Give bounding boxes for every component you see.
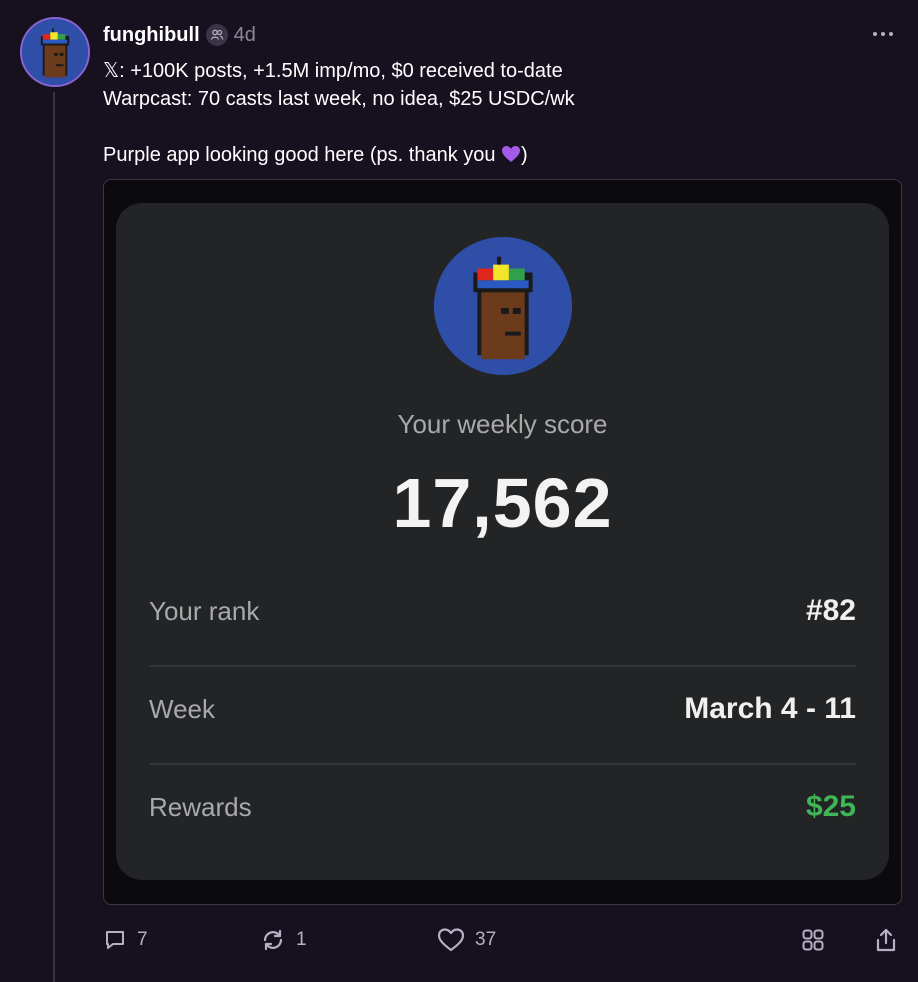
purple-heart-emoji xyxy=(502,146,521,162)
card-avatar xyxy=(434,237,572,375)
post-header: funghibull 4d xyxy=(103,22,256,48)
rank-value: #82 xyxy=(805,594,856,627)
post-closing-line: Purple app looking good here (ps. thank … xyxy=(103,141,893,169)
cast-post: funghibull 4d 𝕏: +100K posts, +1.5M imp/… xyxy=(0,0,918,982)
like-icon xyxy=(437,928,465,952)
author-username[interactable]: funghibull xyxy=(103,24,200,47)
rewards-row: Rewards $25 xyxy=(149,787,856,827)
closing-text: Purple app looking good here (ps. thank … xyxy=(103,144,502,166)
punk-avatar-icon xyxy=(22,19,88,85)
week-label: Week xyxy=(149,693,215,724)
reply-count: 7 xyxy=(137,929,148,950)
score-card: Your weekly score 17,562 Your rank #82 W… xyxy=(116,203,889,880)
week-row: Week March 4 - 11 xyxy=(149,689,856,729)
like-count: 37 xyxy=(475,929,497,950)
week-value: March 4 - 11 xyxy=(684,692,856,725)
author-avatar[interactable] xyxy=(20,17,90,87)
divider xyxy=(149,665,856,667)
recast-button[interactable]: 1 xyxy=(260,924,307,956)
share-button[interactable] xyxy=(874,924,898,956)
recast-icon xyxy=(263,929,283,951)
reply-button[interactable]: 7 xyxy=(103,924,148,956)
score-value: 17,562 xyxy=(392,464,613,542)
post-timestamp[interactable]: 4d xyxy=(234,24,256,47)
rewards-value: $25 xyxy=(805,790,856,823)
more-icon[interactable] xyxy=(868,24,898,44)
like-button[interactable]: 37 xyxy=(437,924,496,956)
punk-avatar-icon xyxy=(434,237,572,375)
score-label: Your weekly score xyxy=(397,409,608,439)
action-bar: 7 1 37 xyxy=(103,924,900,956)
post-line-x: 𝕏: +100K posts, +1.5M imp/mo, $0 receive… xyxy=(103,60,563,82)
post-body: 𝕏: +100K posts, +1.5M imp/mo, $0 receive… xyxy=(103,57,893,169)
rank-row: Your rank #82 xyxy=(149,591,856,631)
image-embed[interactable]: Your weekly score 17,562 Your rank #82 W… xyxy=(103,179,902,905)
recast-count: 1 xyxy=(296,929,307,950)
follow-icon xyxy=(205,24,228,46)
post-line-warpcast: Warpcast: 70 casts last week, no idea, $… xyxy=(103,88,575,110)
reply-icon xyxy=(106,931,124,949)
grid-icon xyxy=(802,929,824,951)
closing-end: ) xyxy=(521,144,528,166)
grid-button[interactable] xyxy=(801,924,825,956)
thread-line xyxy=(53,92,55,982)
rewards-label: Rewards xyxy=(149,791,252,822)
share-icon xyxy=(876,928,896,952)
divider xyxy=(149,763,856,765)
rank-label: Your rank xyxy=(149,595,260,626)
